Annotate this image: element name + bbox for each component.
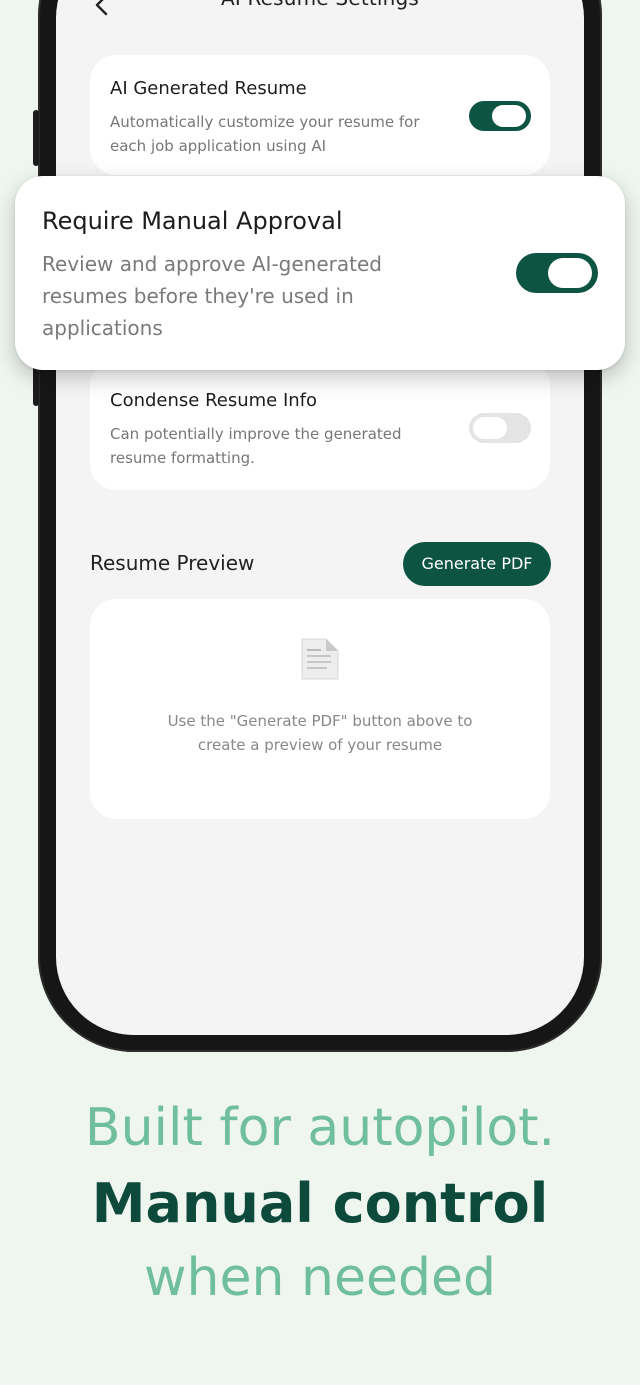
resume-preview-heading: Resume Preview <box>90 551 255 575</box>
preview-empty-message: Use the "Generate PDF" button above to c… <box>167 712 473 754</box>
top-bar: AI Resume Settings <box>56 0 584 32</box>
page-title: AI Resume Settings <box>56 0 584 10</box>
setting-card-ai-generated: AI Generated Resume Automatically custom… <box>90 55 550 175</box>
toggle-knob <box>473 417 507 439</box>
document-icon <box>301 638 339 680</box>
app-screen: AI Resume Settings AI Generated Resume A… <box>56 0 584 1035</box>
setting-description: Can potentially improve the generated re… <box>110 425 402 467</box>
tagline-line-1: Built for autopilot. <box>84 1098 556 1158</box>
resume-preview-panel: Use the "Generate PDF" button above to c… <box>90 599 550 819</box>
tagline-line-2: Manual control <box>91 1172 549 1235</box>
setting-title: AI Generated Resume <box>110 78 307 99</box>
setting-card-condense: Condense Resume Info Can potentially imp… <box>90 360 550 490</box>
toggle-knob <box>548 258 592 288</box>
condense-toggle[interactable] <box>469 413 531 443</box>
setting-description: Automatically customize your resume for … <box>110 113 420 155</box>
manual-approval-toggle[interactable] <box>516 253 598 293</box>
setting-description: Review and approve AI-generated resumes … <box>42 252 382 340</box>
setting-card-manual-approval-highlight: Require Manual Approval Review and appro… <box>15 176 625 370</box>
generate-pdf-button[interactable]: Generate PDF <box>403 542 551 586</box>
setting-title: Require Manual Approval <box>42 207 343 235</box>
toggle-knob <box>492 105 526 127</box>
ai-generated-toggle[interactable] <box>469 101 531 131</box>
phone-side-button <box>33 110 39 166</box>
tagline-line-3: when needed <box>144 1248 496 1308</box>
setting-title: Condense Resume Info <box>110 390 318 411</box>
